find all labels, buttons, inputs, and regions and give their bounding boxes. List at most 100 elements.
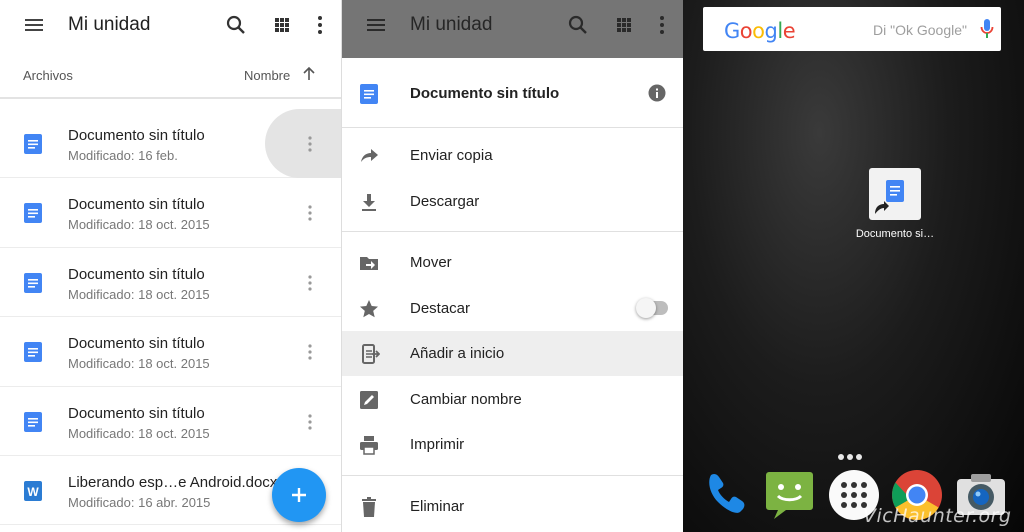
download-icon <box>362 194 376 211</box>
google-doc-icon <box>24 203 42 224</box>
page-dot <box>847 454 853 460</box>
logo-letter: o <box>739 19 753 43</box>
more-vert-icon[interactable] <box>302 412 318 432</box>
new-item-fab[interactable] <box>272 468 326 522</box>
file-modified: Modificado: 16 feb. <box>68 148 178 163</box>
more-vert-icon[interactable] <box>302 273 318 293</box>
sort-bar: Archivos Nombre <box>0 51 341 99</box>
file-row[interactable]: Documento sin título Modificado: 18 oct.… <box>0 248 341 318</box>
menu-label: Destacar <box>410 300 471 317</box>
menu-label: Eliminar <box>410 498 465 515</box>
more-vert-icon[interactable] <box>302 342 318 362</box>
file-modified: Modificado: 18 oct. 2015 <box>68 286 210 302</box>
google-doc-icon <box>360 84 378 104</box>
page-title: Mi unidad <box>68 14 151 35</box>
add-to-home-screen-icon <box>362 344 380 364</box>
menu-label: Añadir a inicio <box>410 345 505 362</box>
grid-view-icon[interactable] <box>270 13 294 37</box>
file-name: Documento sin título <box>68 265 205 283</box>
section-label: Archivos <box>23 68 73 83</box>
doc-shortcut-icon[interactable] <box>869 168 921 220</box>
logo-letter: G <box>724 19 740 43</box>
sheet-doc-name: Documento sin título <box>410 85 560 102</box>
file-row[interactable]: Documento sin título Modificado: 18 oct.… <box>0 387 341 456</box>
menu-item-star[interactable]: Destacar <box>342 286 683 331</box>
page-indicator <box>838 447 865 465</box>
arrow-up-icon[interactable] <box>300 65 318 83</box>
phone-app-icon[interactable] <box>699 469 751 521</box>
sort-by-name-button[interactable]: Nombre <box>244 68 290 83</box>
logo-letter: o <box>752 19 765 43</box>
print-icon <box>360 436 378 455</box>
file-row[interactable]: Documento sin título Modificado: 18 oct.… <box>0 317 341 387</box>
page-dot <box>856 454 862 460</box>
google-search-bar[interactable]: Google Di "Ok Google" <box>703 7 1001 51</box>
menu-label: Cambiar nombre <box>410 391 522 408</box>
dimmed-toolbar: Mi unidad <box>342 0 683 58</box>
menu-item-send-copy[interactable]: Enviar copia <box>342 133 683 178</box>
trash-icon <box>362 497 376 517</box>
rename-edit-icon <box>360 391 378 409</box>
star-icon <box>360 300 378 318</box>
menu-item-rename[interactable]: Cambiar nombre <box>342 377 683 422</box>
logo-letter: e <box>782 19 796 43</box>
more-vert-icon[interactable] <box>308 13 332 37</box>
microphone-icon[interactable] <box>980 18 994 40</box>
menu-item-move[interactable]: Mover <box>342 240 683 285</box>
file-modified: Modificado: 18 oct. 2015 <box>68 425 210 441</box>
more-vert-icon[interactable] <box>302 203 318 223</box>
word-badge: W <box>27 485 39 499</box>
menu-item-download[interactable]: Descargar <box>342 179 683 224</box>
search-icon <box>568 15 587 34</box>
google-doc-icon <box>24 411 42 432</box>
search-icon[interactable] <box>224 13 248 37</box>
more-vert-icon[interactable] <box>302 134 318 154</box>
file-modified: Modificado: 18 oct. 2015 <box>68 356 210 372</box>
toggle-knob <box>636 298 656 318</box>
file-list: Documento sin título Modificado: 16 feb.… <box>0 109 341 526</box>
drive-toolbar: Mi unidad <box>0 0 341 51</box>
hamburger-menu-icon <box>367 19 385 31</box>
google-logo: Google <box>724 19 796 43</box>
menu-item-delete[interactable]: Eliminar <box>342 484 683 529</box>
file-name: Documento sin título <box>68 335 205 353</box>
google-doc-icon <box>24 272 42 293</box>
google-doc-icon <box>24 342 42 363</box>
menu-item-print[interactable]: Imprimir <box>342 422 683 467</box>
page-dot <box>838 454 844 460</box>
star-toggle[interactable] <box>636 298 668 318</box>
file-name: Documento sin título <box>68 404 205 422</box>
menu-label: Mover <box>410 254 452 271</box>
google-doc-icon <box>875 180 904 214</box>
menu-item-add-to-home[interactable]: Añadir a inicio <box>342 331 683 376</box>
search-hint: Di "Ok Google" <box>873 22 967 38</box>
file-name: Documento sin título <box>68 196 205 214</box>
messaging-app-icon[interactable] <box>764 469 816 521</box>
file-modified: Modificado: 16 abr. 2015 <box>68 494 211 510</box>
drive-file-list-screen: Mi unidad Archivos Nombre Documento sin … <box>0 0 341 532</box>
sheet-header: Documento sin título <box>342 58 683 128</box>
info-icon[interactable] <box>648 84 666 102</box>
word-doc-icon: W <box>24 480 42 501</box>
file-actions-sheet-screen: Mi unidad Documento sin título Enviar co… <box>341 0 683 532</box>
watermark: VicHaunter.org <box>863 505 1012 527</box>
android-home-screen: Google Di "Ok Google" Documento si… VicH… <box>683 0 1024 532</box>
divider <box>342 231 683 232</box>
grid-view-icon <box>617 18 631 32</box>
move-folder-icon <box>360 257 378 270</box>
more-vert-icon <box>660 16 664 34</box>
file-row[interactable]: Documento sin título Modificado: 18 oct.… <box>0 178 341 248</box>
logo-letter: g <box>764 19 778 43</box>
plus-icon <box>292 488 306 502</box>
menu-label: Enviar copia <box>410 147 493 164</box>
file-name: Documento sin título <box>68 127 205 144</box>
google-doc-icon <box>24 134 42 154</box>
file-modified: Modificado: 18 oct. 2015 <box>68 217 210 233</box>
hamburger-menu-icon[interactable] <box>22 13 46 37</box>
share-arrow-icon <box>361 149 378 162</box>
file-row[interactable]: Documento sin título Modificado: 16 feb. <box>0 109 341 179</box>
file-name: Liberando esp…e Android.docx <box>68 473 278 491</box>
divider <box>342 475 683 476</box>
menu-label: Imprimir <box>410 436 465 453</box>
shortcut-label: Documento si… <box>855 228 935 240</box>
